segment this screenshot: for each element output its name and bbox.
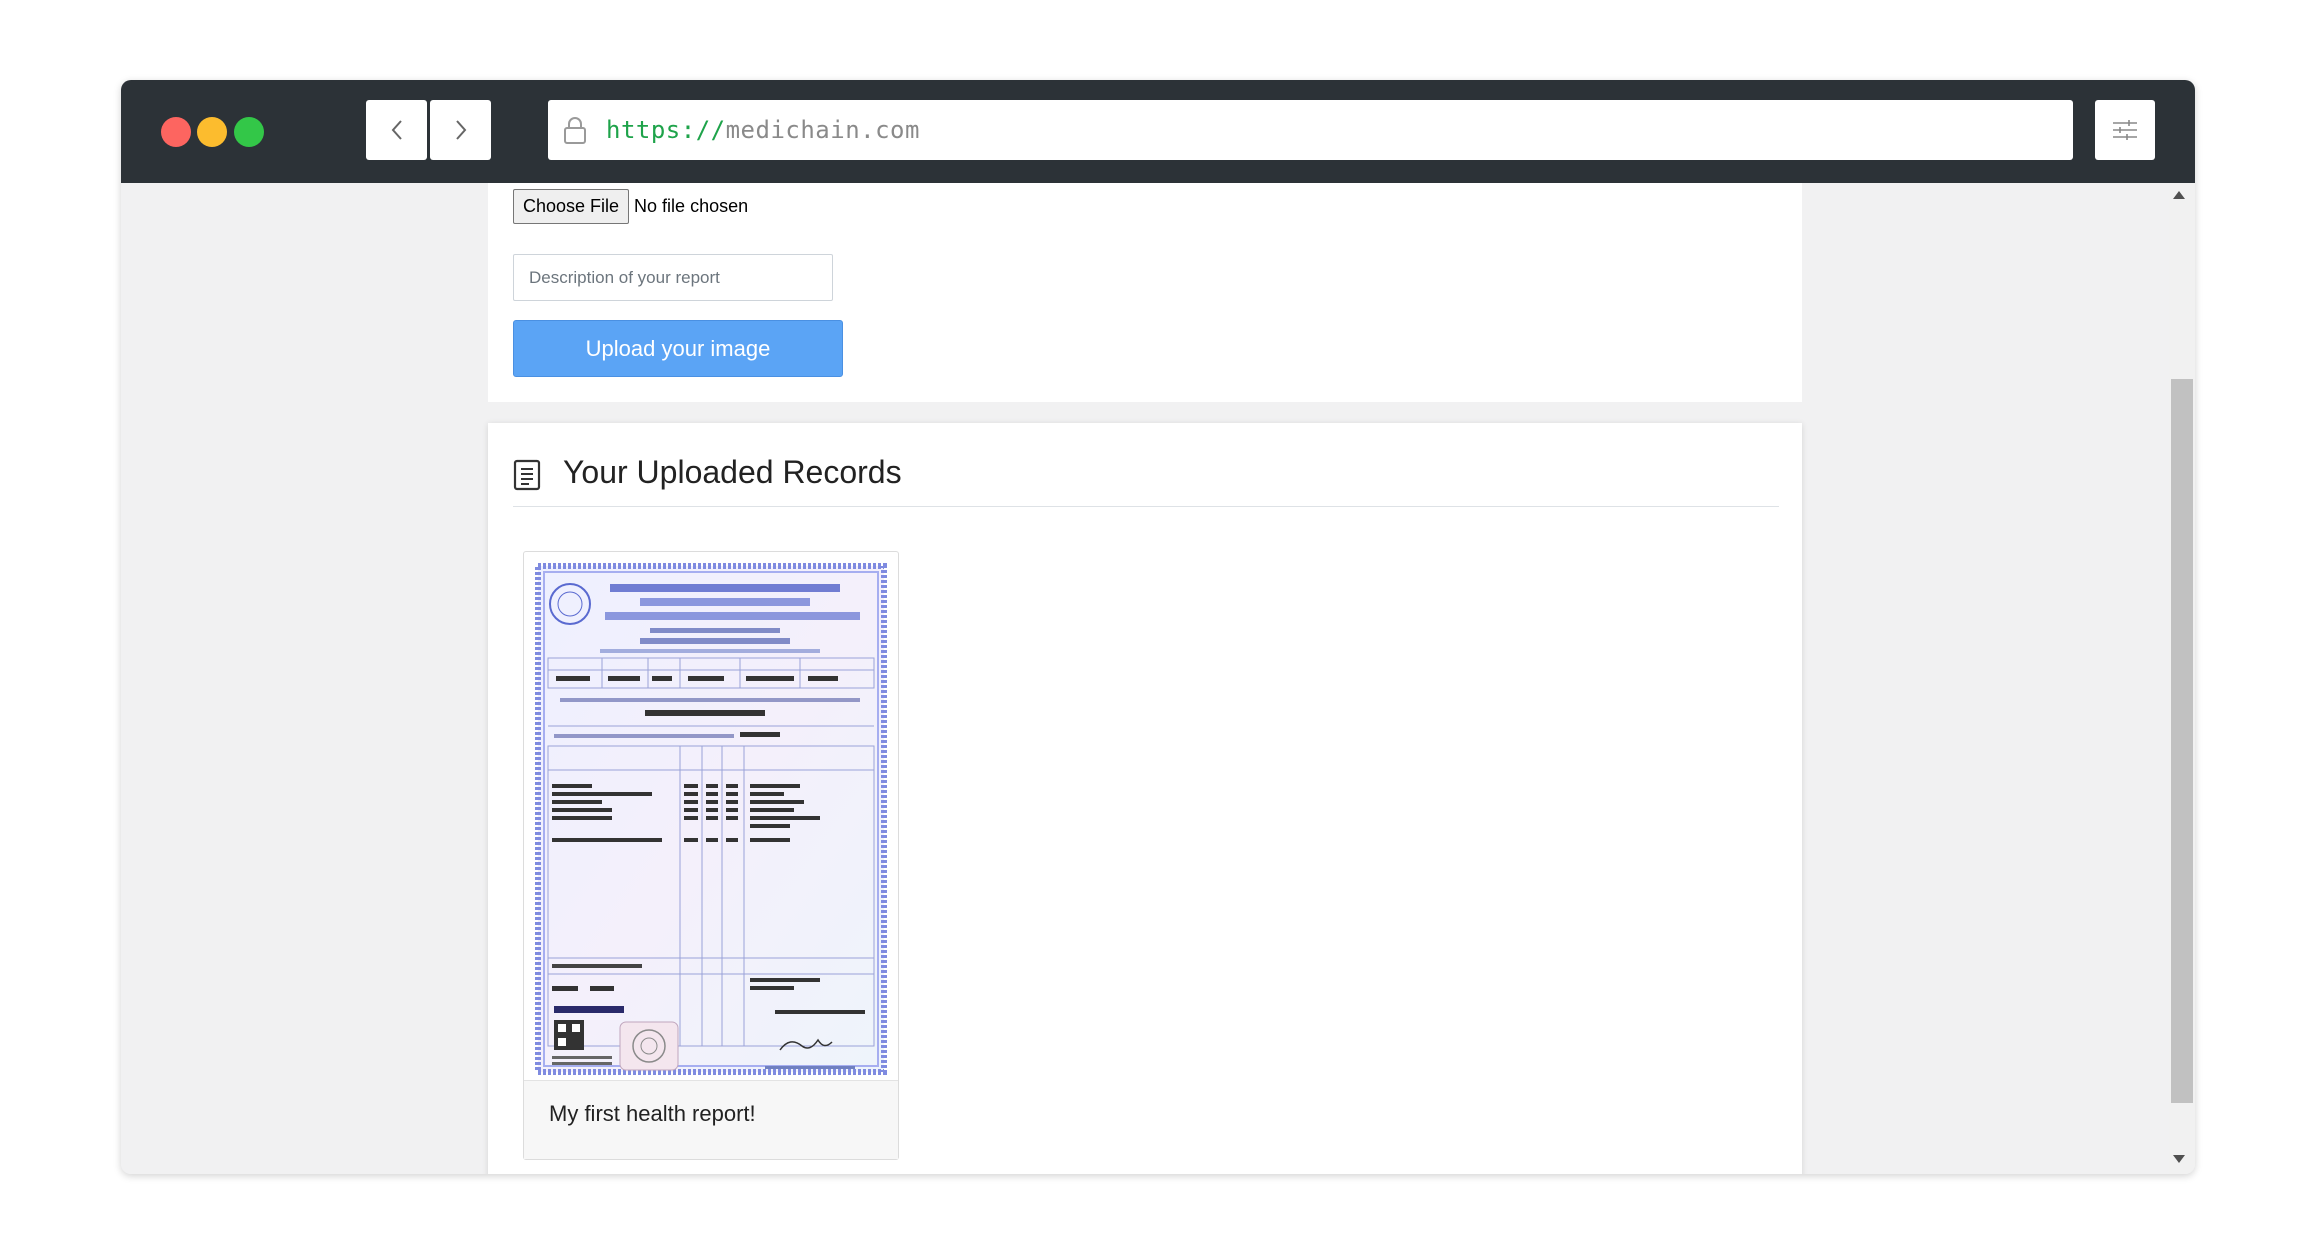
record-card[interactable]: My first health report!	[523, 551, 899, 1160]
record-caption: My first health report!	[549, 1101, 756, 1126]
marksheet-image	[530, 558, 892, 1080]
report-description-input[interactable]	[513, 254, 833, 301]
records-divider	[513, 506, 1779, 507]
url-host: medichain.com	[725, 116, 920, 144]
browser-menu-button[interactable]	[2095, 100, 2155, 160]
records-title: Your Uploaded Records	[563, 453, 902, 490]
sliders-icon	[2113, 120, 2137, 140]
scroll-down-arrow-icon[interactable]	[2173, 1155, 2185, 1163]
upload-image-button[interactable]: Upload your image	[513, 320, 843, 377]
upload-card: Choose File No file chosen Upload your i…	[488, 183, 1802, 402]
chevron-right-icon	[455, 120, 466, 140]
lock-icon	[564, 117, 586, 144]
maximize-window-dot[interactable]	[234, 117, 264, 147]
file-input-row: Choose File No file chosen	[513, 189, 748, 224]
file-status-text: No file chosen	[634, 196, 749, 216]
browser-titlebar: https://medichain.com	[121, 80, 2195, 183]
address-bar[interactable]: https://medichain.com	[548, 100, 2073, 160]
choose-file-button[interactable]: Choose File	[513, 189, 630, 224]
scroll-up-arrow-icon[interactable]	[2173, 191, 2185, 199]
forward-button[interactable]	[430, 100, 491, 160]
records-header: Your Uploaded Records	[513, 447, 1779, 497]
url-text: https://medichain.com	[606, 116, 920, 144]
document-icon	[513, 459, 541, 491]
back-button[interactable]	[366, 100, 427, 160]
close-window-dot[interactable]	[161, 117, 191, 147]
uploaded-records-card: Your Uploaded Records My first health re…	[488, 423, 1802, 1174]
scrollbar-thumb[interactable]	[2171, 379, 2193, 1103]
record-thumbnail[interactable]	[530, 558, 892, 1080]
chevron-left-icon	[391, 120, 402, 140]
minimize-window-dot[interactable]	[197, 117, 227, 147]
browser-window: https://medichain.com Choose File No fil…	[121, 80, 2195, 1174]
page-viewport: Choose File No file chosen Upload your i…	[121, 183, 2195, 1174]
record-footer: My first health report!	[524, 1080, 898, 1159]
url-protocol: https://	[606, 116, 726, 144]
